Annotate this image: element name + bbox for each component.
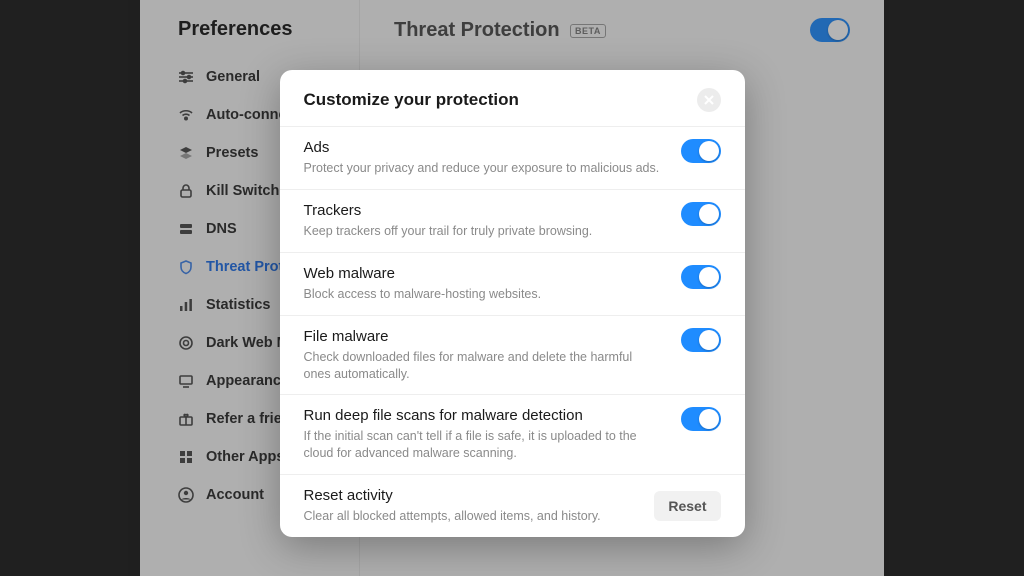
row-title: Web malware — [304, 265, 663, 282]
row-title: Trackers — [304, 202, 663, 219]
row-text: Web malware Block access to malware-host… — [304, 265, 663, 303]
row-file-malware: File malware Check downloaded files for … — [280, 316, 745, 396]
row-desc: Check downloaded files for malware and d… — [304, 349, 663, 383]
row-text: Run deep file scans for malware detectio… — [304, 407, 663, 462]
row-reset: Reset activity Clear all blocked attempt… — [280, 475, 745, 537]
row-title: Run deep file scans for malware detectio… — [304, 407, 663, 424]
row-title: File malware — [304, 328, 663, 345]
row-text: Reset activity Clear all blocked attempt… — [304, 487, 637, 525]
row-title: Reset activity — [304, 487, 637, 504]
toggle-deep-scan[interactable] — [681, 407, 721, 431]
row-desc: If the initial scan can't tell if a file… — [304, 428, 663, 462]
reset-button[interactable]: Reset — [654, 491, 720, 521]
toggle-file-malware[interactable] — [681, 328, 721, 352]
row-text: Ads Protect your privacy and reduce your… — [304, 139, 663, 177]
customize-protection-modal: Customize your protection Ads Protect yo… — [280, 70, 745, 537]
row-text: File malware Check downloaded files for … — [304, 328, 663, 383]
row-deep-scan: Run deep file scans for malware detectio… — [280, 395, 745, 475]
close-icon — [704, 93, 714, 108]
row-text: Trackers Keep trackers off your trail fo… — [304, 202, 663, 240]
close-button[interactable] — [697, 88, 721, 112]
modal-overlay[interactable]: Customize your protection Ads Protect yo… — [0, 0, 1024, 576]
modal-title: Customize your protection — [304, 90, 519, 110]
row-desc: Protect your privacy and reduce your exp… — [304, 160, 663, 177]
row-title: Ads — [304, 139, 663, 156]
row-ads: Ads Protect your privacy and reduce your… — [280, 127, 745, 190]
row-desc: Keep trackers off your trail for truly p… — [304, 223, 663, 240]
row-desc: Block access to malware-hosting websites… — [304, 286, 663, 303]
modal-header: Customize your protection — [280, 70, 745, 127]
toggle-web-malware[interactable] — [681, 265, 721, 289]
row-trackers: Trackers Keep trackers off your trail fo… — [280, 190, 745, 253]
row-web-malware: Web malware Block access to malware-host… — [280, 253, 745, 316]
toggle-trackers[interactable] — [681, 202, 721, 226]
toggle-ads[interactable] — [681, 139, 721, 163]
row-desc: Clear all blocked attempts, allowed item… — [304, 508, 637, 525]
